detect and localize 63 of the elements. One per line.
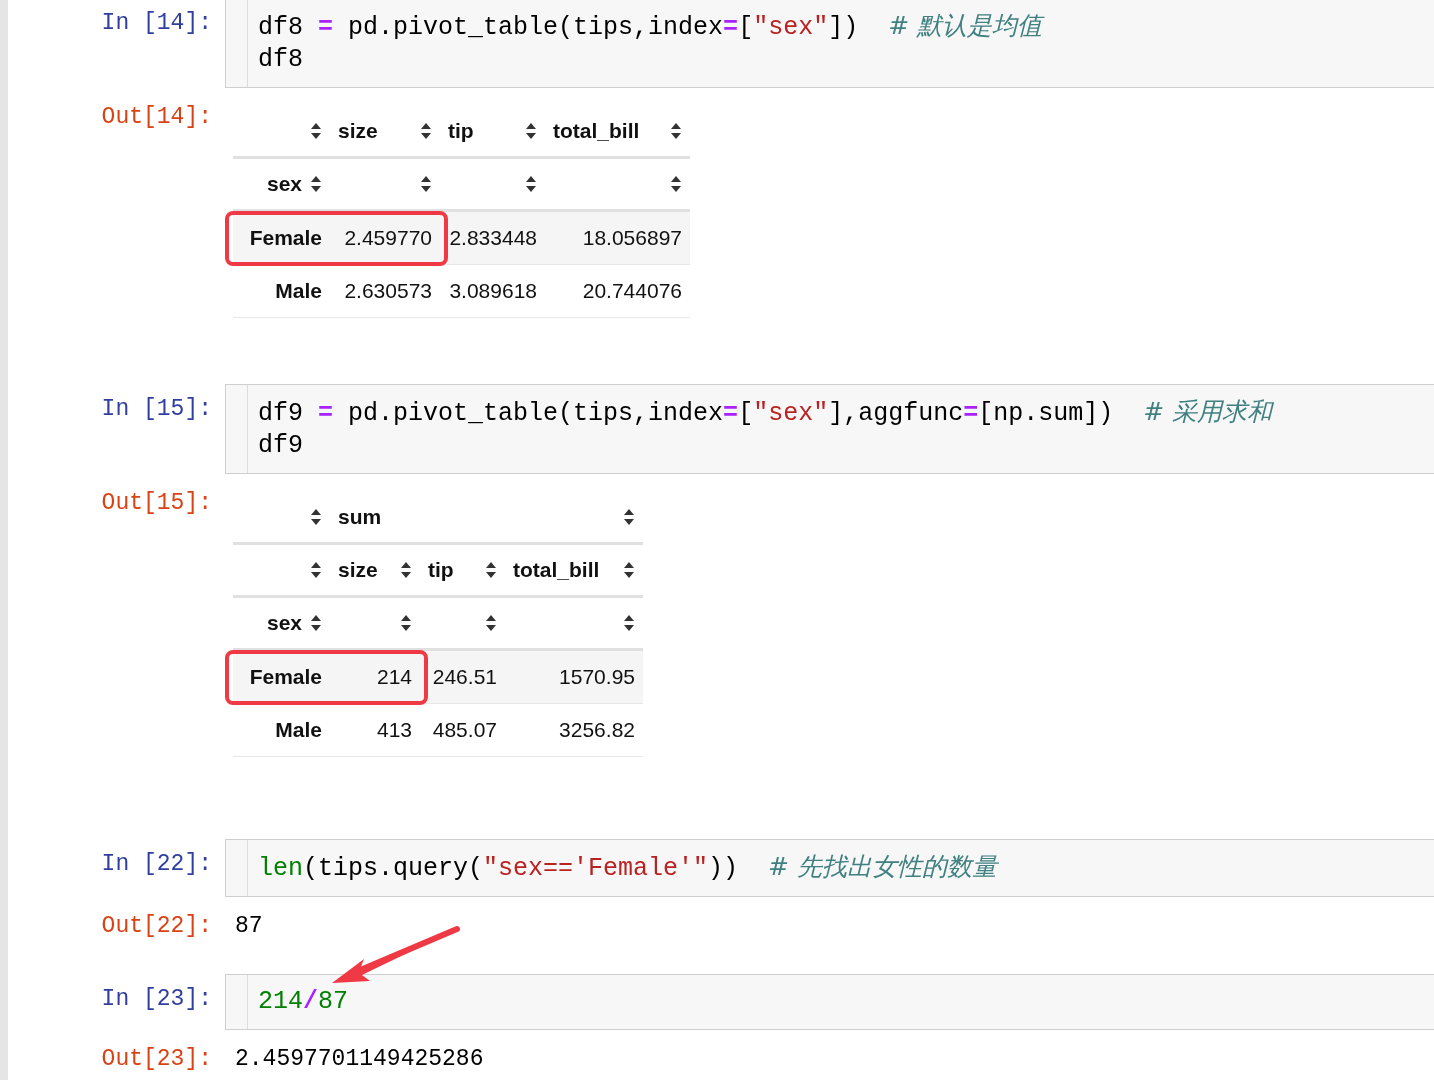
table-cell-text: 2.833448 (449, 225, 537, 252)
column-header: tip (448, 118, 474, 145)
input-prompt: In [23]: (101, 984, 212, 1014)
code-line: 214/87 (258, 985, 349, 1018)
column-header: tip (428, 557, 454, 584)
code-cell[interactable]: df8 = pd.pivot_table(tips,index=["sex"]) # 默认是均值 df8 (225, 0, 1434, 88)
output-prompt: Out[22]: (101, 912, 212, 941)
sort-icon[interactable] (525, 175, 537, 193)
code-cell[interactable]: df9 = pd.pivot_table(tips,index=["sex"],aggfunc=[np.sum]) # 采用求和 df9 (225, 384, 1434, 474)
column-group-header: sum (338, 504, 382, 531)
output-prompt: Out[15]: (101, 489, 212, 518)
sort-icon[interactable] (670, 175, 682, 193)
column-header: total_bill (513, 557, 600, 584)
input-prompt: In [15]: (101, 395, 212, 424)
sort-icon[interactable] (310, 508, 322, 526)
code-line: df8 (258, 44, 303, 76)
row-index: Male (275, 278, 322, 305)
output-prompt: Out[23]: (101, 1044, 212, 1074)
output-prompt: Out[14]: (101, 103, 212, 132)
sort-icon[interactable] (310, 122, 322, 140)
sort-icon[interactable] (400, 561, 412, 579)
table-cell-text: 3256.82 (559, 717, 635, 744)
index-name-header: sex (266, 610, 302, 637)
row-index: Female (249, 225, 322, 252)
sort-icon[interactable] (310, 561, 322, 579)
sort-icon[interactable] (420, 175, 432, 193)
sort-icon[interactable] (420, 122, 432, 140)
code-line: len(tips.query("sex=='Female'")) # 先找出女性的数量 (258, 851, 997, 885)
sort-icon[interactable] (670, 122, 682, 140)
column-header: size (338, 557, 378, 584)
sort-icon[interactable] (623, 561, 635, 579)
row-index: Female (249, 664, 322, 691)
code-cell[interactable]: 214/87 (225, 973, 1434, 1030)
code-line: df9 (258, 430, 303, 462)
row-index: Male (275, 717, 322, 744)
code-line: df8 = pd.pivot_table(tips,index=["sex"]) # 默认是均值 (258, 10, 1043, 44)
sort-icon[interactable] (485, 614, 497, 632)
input-prompt: In [22]: (101, 850, 212, 879)
sort-icon[interactable] (485, 561, 497, 579)
table-cell-text: 2.630573 (344, 278, 432, 305)
sort-icon[interactable] (525, 122, 537, 140)
table-cell-text: 214 (376, 664, 412, 691)
code-cell[interactable]: len(tips.query("sex=='Female'")) # 先找出女性的数量 (225, 839, 1434, 897)
table-cell-text: 413 (376, 717, 412, 744)
code-line: df9 = pd.pivot_table(tips,index=["sex"],aggfunc=[np.sum]) # 采用求和 (258, 396, 1273, 430)
input-prompt: In [14]: (101, 9, 212, 38)
table-cell-text: 18.056897 (582, 225, 682, 252)
index-name-header: sex (266, 171, 302, 198)
sort-icon[interactable] (310, 614, 322, 632)
table-cell-text: 20.744076 (582, 278, 682, 305)
sort-icon[interactable] (400, 614, 412, 632)
column-header: total_bill (553, 118, 640, 145)
table-cell-text: 485.07 (432, 717, 497, 744)
column-header: size (338, 118, 378, 145)
sort-icon[interactable] (623, 508, 635, 526)
table-cell-text: 3.089618 (449, 278, 537, 305)
table-cell-text: 2.459770 (344, 225, 432, 252)
output-text: 87 (234, 912, 263, 941)
sort-icon[interactable] (310, 175, 322, 193)
table-cell-text: 1570.95 (559, 664, 635, 691)
output-text: 2.4597701149425286 (234, 1044, 484, 1074)
sort-icon[interactable] (623, 614, 635, 632)
table-cell-text: 246.51 (432, 664, 497, 691)
